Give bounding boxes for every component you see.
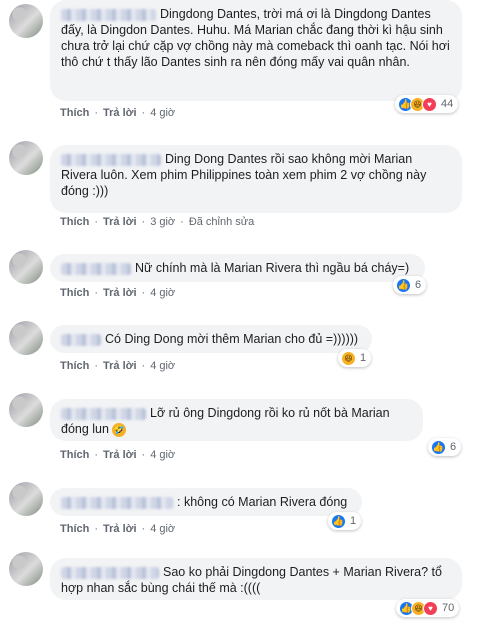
reaction-count: 1 bbox=[350, 515, 357, 527]
haha-icon: 😆 bbox=[341, 350, 356, 366]
comment-time[interactable]: 4 giờ bbox=[150, 449, 175, 461]
commenter-name[interactable] bbox=[61, 333, 101, 346]
comment: Nữ chính mà là Marian Rivera thì ngầu bá… bbox=[0, 250, 498, 304]
edited-label[interactable]: Đã chỉnh sửa bbox=[189, 216, 254, 228]
like-icon: 👍 bbox=[396, 277, 411, 293]
reactions-summary[interactable]: 👍 😆 ♥ 70 bbox=[396, 599, 460, 617]
comment-text: Có Ding Dong mời thêm Marian cho đủ =)))… bbox=[105, 332, 359, 346]
comment: Có Ding Dong mời thêm Marian cho đủ =)))… bbox=[0, 321, 498, 375]
avatar[interactable] bbox=[9, 141, 43, 175]
love-icon: ♥ bbox=[423, 600, 438, 616]
comment-actions: Thích · Trả lời · 4 giờ bbox=[60, 360, 176, 372]
reaction-count: 6 bbox=[415, 279, 422, 291]
like-button[interactable]: Thích bbox=[60, 360, 89, 372]
like-button[interactable]: Thích bbox=[60, 287, 89, 299]
avatar[interactable] bbox=[9, 552, 43, 586]
commenter-name[interactable] bbox=[61, 8, 156, 21]
reaction-count: 44 bbox=[441, 98, 454, 110]
avatar[interactable] bbox=[9, 393, 43, 427]
commenter-name[interactable] bbox=[61, 566, 159, 579]
comment-bubble: Ding Dong Dantes rồi sao không mời Maria… bbox=[50, 145, 462, 213]
reactions-summary[interactable]: 👍 6 bbox=[393, 276, 427, 294]
reply-button[interactable]: Trả lời bbox=[103, 216, 137, 228]
commenter-name[interactable] bbox=[61, 407, 146, 420]
comment-text: : không có Marian Rivera đóng bbox=[177, 495, 348, 509]
comment-bubble: : không có Marian Rivera đóng bbox=[50, 488, 362, 516]
comment-actions: Thích · Trả lời · 4 giờ bbox=[60, 449, 176, 461]
commenter-name[interactable] bbox=[61, 262, 131, 275]
reply-button[interactable]: Trả lời bbox=[103, 287, 137, 299]
reply-button[interactable]: Trả lời bbox=[103, 107, 137, 119]
like-icon: 👍 bbox=[331, 513, 346, 529]
laughing-emoji-icon: 🤣 bbox=[112, 422, 127, 437]
comment-bubble: Lỡ rủ ông Dingdong rồi ko rủ nốt bà Mari… bbox=[50, 399, 423, 441]
reactions-summary[interactable]: 👍 6 bbox=[428, 438, 462, 456]
comment-bubble: Nữ chính mà là Marian Rivera thì ngầu bá… bbox=[50, 254, 425, 282]
comment-actions: Thích · Trả lời · 4 giờ bbox=[60, 287, 176, 299]
comment-bubble: Có Ding Dong mời thêm Marian cho đủ =)))… bbox=[50, 325, 372, 353]
comment-time[interactable]: 4 giờ bbox=[150, 360, 175, 372]
like-icon: 👍 bbox=[431, 439, 446, 455]
like-button[interactable]: Thích bbox=[60, 107, 89, 119]
like-button[interactable]: Thích bbox=[60, 523, 89, 535]
reactions-summary[interactable]: 👍 1 bbox=[328, 512, 362, 530]
reaction-count: 1 bbox=[360, 352, 367, 364]
avatar[interactable] bbox=[9, 4, 43, 38]
reactions-summary[interactable]: 😆 1 bbox=[338, 349, 372, 367]
comment-time[interactable]: 4 giờ bbox=[150, 523, 175, 535]
reply-button[interactable]: Trả lời bbox=[103, 449, 137, 461]
avatar[interactable] bbox=[9, 250, 43, 284]
comment: Ding Dong Dantes rồi sao không mời Maria… bbox=[0, 141, 498, 235]
reply-button[interactable]: Trả lời bbox=[103, 523, 137, 535]
comment: : không có Marian Rivera đóng Thích · Trả … bbox=[0, 482, 498, 536]
comment-bubble: Dingdong Dantes, trời má ơi là Dingdong … bbox=[50, 0, 462, 101]
comment: Dingdong Dantes, trời má ơi là Dingdong … bbox=[0, 0, 498, 125]
comment-time[interactable]: 3 giờ bbox=[150, 216, 175, 228]
commenter-name[interactable] bbox=[61, 496, 173, 509]
like-button[interactable]: Thích bbox=[60, 216, 89, 228]
reaction-count: 6 bbox=[450, 441, 457, 453]
commenter-name[interactable] bbox=[61, 153, 161, 166]
comment-actions: Thích · Trả lời · 3 giờ · Đã chỉnh sửa bbox=[60, 216, 255, 228]
love-icon: ♥ bbox=[422, 96, 437, 112]
avatar[interactable] bbox=[9, 482, 43, 516]
reply-button[interactable]: Trả lời bbox=[103, 360, 137, 372]
comment: Lỡ rủ ông Dingdong rồi ko rủ nốt bà Mari… bbox=[0, 393, 498, 461]
comment-time[interactable]: 4 giờ bbox=[150, 287, 175, 299]
comment-bubble: Sao ko phải Dingdong Dantes + Marian Riv… bbox=[50, 558, 462, 600]
comment-actions: Thích · Trả lời · 4 giờ bbox=[60, 523, 176, 535]
like-button[interactable]: Thích bbox=[60, 449, 89, 461]
comment-text: Nữ chính mà là Marian Rivera thì ngầu bá… bbox=[135, 261, 410, 275]
reactions-summary[interactable]: 👍 😆 ♥ 44 bbox=[395, 95, 459, 113]
avatar[interactable] bbox=[9, 321, 43, 355]
comment: Sao ko phải Dingdong Dantes + Marian Riv… bbox=[0, 552, 498, 635]
comment-time[interactable]: 4 giờ bbox=[150, 107, 175, 119]
comment-actions: Thích · Trả lời · 4 giờ bbox=[60, 107, 176, 119]
reaction-count: 70 bbox=[442, 602, 455, 614]
